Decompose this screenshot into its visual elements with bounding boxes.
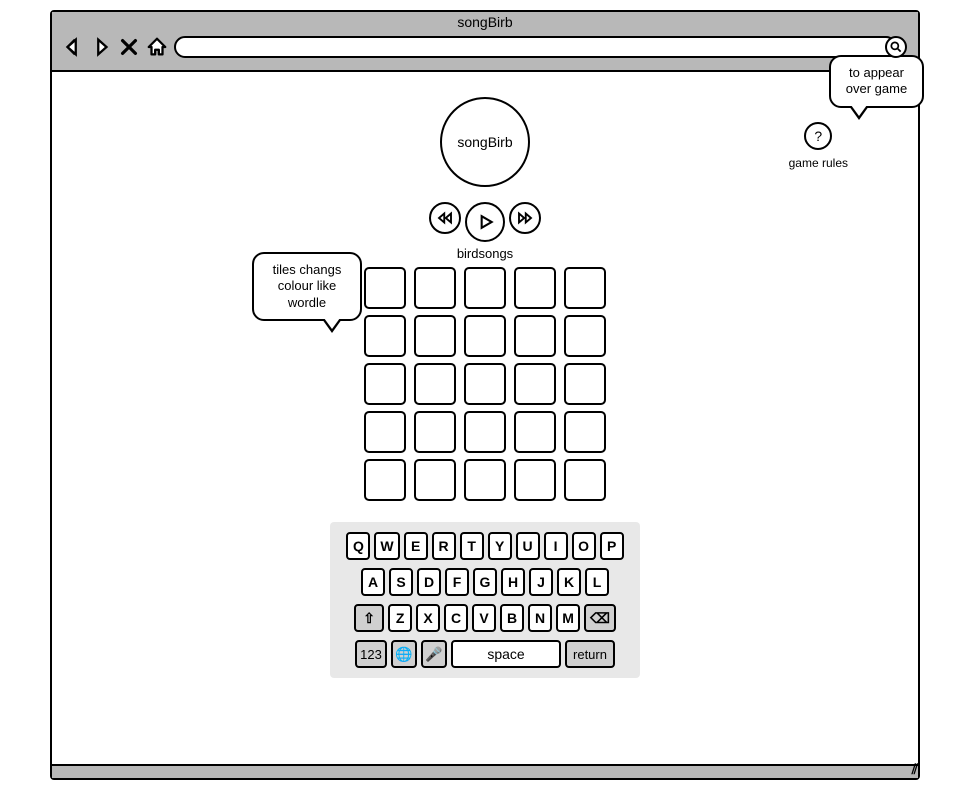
audio-player: birdsongs — [429, 202, 541, 261]
tile[interactable] — [464, 267, 506, 309]
key-h[interactable]: H — [501, 568, 525, 596]
stop-icon[interactable] — [118, 36, 140, 58]
keyboard-row-1: QWERTYUIOP — [346, 532, 623, 560]
guess-grid — [364, 267, 606, 501]
keyboard-row-4: 123 🌐 🎤 space return — [355, 640, 615, 668]
tile[interactable] — [414, 267, 456, 309]
tile[interactable] — [414, 315, 456, 357]
keyboard-row-3: ⇧ZXCVBNM⌫ — [354, 604, 616, 632]
key-y[interactable]: Y — [488, 532, 512, 560]
tile[interactable] — [364, 363, 406, 405]
key-q[interactable]: Q — [346, 532, 370, 560]
tile[interactable] — [364, 315, 406, 357]
tile[interactable] — [364, 267, 406, 309]
tile[interactable] — [564, 267, 606, 309]
window-title: songBirb — [52, 12, 918, 30]
keyboard: QWERTYUIOP ASDFGHJKL ⇧ZXCVBNM⌫ 123 🌐 🎤 s… — [330, 522, 640, 678]
key-l[interactable]: L — [585, 568, 609, 596]
tile[interactable] — [364, 459, 406, 501]
back-icon[interactable] — [62, 36, 84, 58]
tile[interactable] — [514, 411, 556, 453]
globe-icon[interactable]: 🌐 — [391, 640, 417, 668]
key-a[interactable]: A — [361, 568, 385, 596]
key-123[interactable]: 123 — [355, 640, 387, 668]
key-w[interactable]: W — [374, 532, 399, 560]
tile[interactable] — [514, 315, 556, 357]
grid-row — [364, 315, 606, 357]
tile[interactable] — [514, 267, 556, 309]
key-k[interactable]: K — [557, 568, 581, 596]
key-f[interactable]: F — [445, 568, 469, 596]
resize-grip-icon[interactable]: ⫽ — [912, 761, 916, 778]
tile[interactable] — [464, 411, 506, 453]
tile[interactable] — [464, 459, 506, 501]
key-z[interactable]: Z — [388, 604, 412, 632]
home-icon[interactable] — [146, 36, 168, 58]
tile[interactable] — [514, 363, 556, 405]
key-o[interactable]: O — [572, 532, 596, 560]
shift-key[interactable]: ⇧ — [354, 604, 384, 632]
tile[interactable] — [564, 363, 606, 405]
key-u[interactable]: U — [516, 532, 540, 560]
tile[interactable] — [514, 459, 556, 501]
backspace-key[interactable]: ⌫ — [584, 604, 616, 632]
tile[interactable] — [464, 363, 506, 405]
grid-row — [364, 363, 606, 405]
browser-window: songBirb songBirb — [50, 10, 920, 780]
key-return[interactable]: return — [565, 640, 615, 668]
url-bar[interactable] — [174, 36, 897, 58]
help-section: ? game rules — [789, 122, 848, 170]
logo: songBirb — [440, 97, 530, 187]
rewind-button[interactable] — [429, 202, 461, 234]
help-symbol: ? — [814, 128, 822, 144]
key-m[interactable]: M — [556, 604, 580, 632]
grid-row — [364, 411, 606, 453]
tile[interactable] — [364, 411, 406, 453]
key-b[interactable]: B — [500, 604, 524, 632]
player-label: birdsongs — [429, 246, 541, 261]
key-x[interactable]: X — [416, 604, 440, 632]
logo-text: songBirb — [457, 134, 512, 150]
status-bar: ⫽ — [52, 764, 918, 778]
key-j[interactable]: J — [529, 568, 553, 596]
key-r[interactable]: R — [432, 532, 456, 560]
tile[interactable] — [414, 459, 456, 501]
key-e[interactable]: E — [404, 532, 428, 560]
key-i[interactable]: I — [544, 532, 568, 560]
grid-row — [364, 459, 606, 501]
key-c[interactable]: C — [444, 604, 468, 632]
tile[interactable] — [464, 315, 506, 357]
key-s[interactable]: S — [389, 568, 413, 596]
mic-icon[interactable]: 🎤 — [421, 640, 447, 668]
key-g[interactable]: G — [473, 568, 497, 596]
key-space[interactable]: space — [451, 640, 561, 668]
titlebar: songBirb — [52, 12, 918, 72]
grid-row — [364, 267, 606, 309]
forward-icon[interactable] — [90, 36, 112, 58]
tile[interactable] — [564, 411, 606, 453]
page-content: songBirb birdsongs ? game rules — [52, 72, 918, 764]
tile[interactable] — [564, 315, 606, 357]
help-button[interactable]: ? — [804, 122, 832, 150]
callout-tiles: tiles changs colour like wordle — [252, 252, 362, 321]
tile[interactable] — [414, 411, 456, 453]
help-label: game rules — [789, 156, 848, 170]
key-v[interactable]: V — [472, 604, 496, 632]
key-p[interactable]: P — [600, 532, 624, 560]
callout-overlay: to appear over game — [829, 55, 924, 108]
key-t[interactable]: T — [460, 532, 484, 560]
nav-row — [62, 36, 907, 58]
keyboard-row-2: ASDFGHJKL — [361, 568, 609, 596]
tile[interactable] — [414, 363, 456, 405]
fast-forward-button[interactable] — [509, 202, 541, 234]
play-button[interactable] — [465, 202, 505, 242]
key-n[interactable]: N — [528, 604, 552, 632]
search-icon[interactable] — [885, 36, 907, 58]
tile[interactable] — [564, 459, 606, 501]
key-d[interactable]: D — [417, 568, 441, 596]
